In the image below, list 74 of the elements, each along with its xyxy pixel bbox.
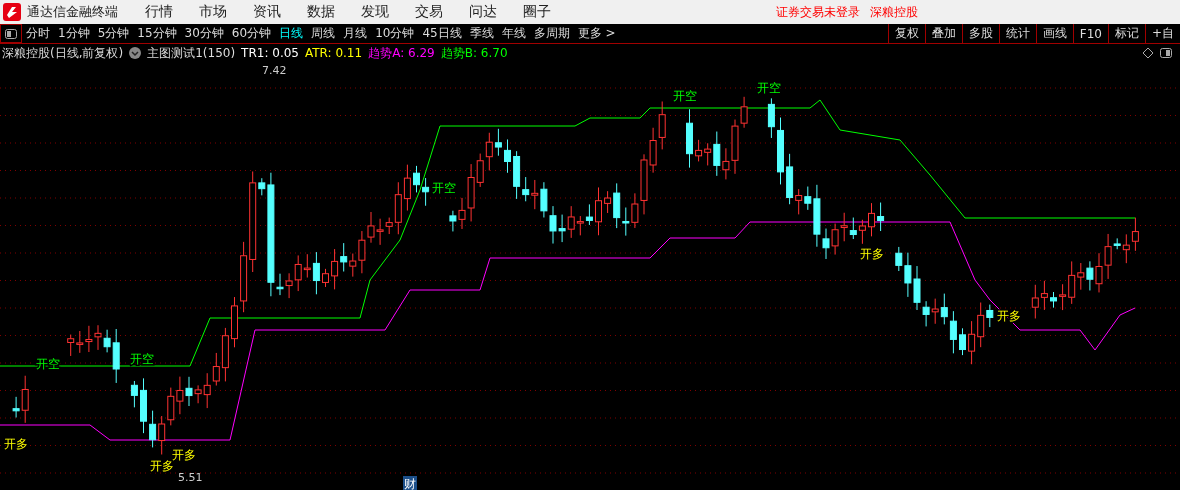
indicator-value: TR1: 0.05 (241, 46, 299, 60)
period-tab[interactable]: 日线 (275, 24, 308, 43)
menu-item[interactable]: 资讯 (240, 3, 294, 21)
period-tab[interactable]: 周线 (307, 24, 340, 43)
signal-label: 开多 (150, 459, 174, 473)
signal-label: 开多 (172, 448, 196, 462)
menu-item[interactable]: 行情 (132, 3, 186, 21)
menu-item[interactable]: 圈子 (510, 3, 564, 21)
signal-label: 开空 (757, 81, 781, 95)
toolbar-button[interactable]: 叠加 (924, 24, 962, 43)
candlestick (231, 296, 238, 348)
diamond-icon[interactable] (1142, 47, 1154, 59)
indicator-value: 趋势A: 6.29 (368, 44, 435, 62)
period-tab[interactable]: 年线 (497, 24, 530, 43)
menu-item[interactable]: 发现 (348, 3, 402, 21)
signal-label: 开空 (432, 181, 456, 195)
menu-item[interactable]: 数据 (294, 3, 348, 21)
signal-label: 开空 (130, 352, 154, 366)
candlestick (777, 117, 784, 185)
status-text: 深粮控股 (870, 3, 918, 21)
panel-toggle-icon[interactable] (1160, 48, 1172, 58)
period-tab[interactable]: 1分钟 (54, 24, 94, 43)
toolbar-button[interactable]: 画线 (1035, 24, 1073, 43)
stock-title: 深粮控股(日线,前复权) (2, 44, 124, 62)
candlestick (767, 97, 775, 139)
dropdown-icon[interactable] (129, 47, 142, 59)
menu-item[interactable]: 问达 (456, 3, 510, 21)
candlestick (322, 268, 329, 288)
signal-label: 开多 (4, 437, 28, 451)
panel-toggle-icon[interactable] (0, 24, 22, 43)
menu-item[interactable]: 市场 (186, 3, 240, 21)
toolbar-button[interactable]: 统计 (998, 24, 1036, 43)
event-badge-background (403, 476, 417, 490)
signal-label: 开空 (673, 89, 697, 103)
period-tab[interactable]: 10分钟 (371, 24, 419, 43)
period-tab[interactable]: 60分钟 (227, 24, 276, 43)
high-price-label: 7.42 (262, 64, 287, 77)
app-name: 通达信金融终端 (27, 3, 118, 21)
indicator-name: 主图测试1(150) (147, 44, 236, 62)
signal-label: 开空 (36, 357, 60, 371)
event-badge[interactable]: 财 (404, 477, 416, 490)
toolbar-button[interactable]: 多股 (961, 24, 999, 43)
indicator-value: 趋势B: 6.70 (440, 44, 508, 62)
signal-label: 开多 (860, 247, 884, 261)
period-tab[interactable]: 更多 > (573, 24, 620, 43)
candlestick (413, 165, 420, 193)
toolbar-button[interactable]: 标记 (1107, 24, 1145, 43)
period-tab[interactable]: 15分钟 (133, 24, 181, 43)
candlestick (595, 186, 602, 236)
period-tab[interactable]: 分时 (22, 24, 54, 43)
status-text: 证券交易未登录 (776, 3, 860, 21)
period-tab[interactable]: 30分钟 (180, 24, 228, 43)
candlestick (959, 327, 966, 356)
signal-label: 开多 (997, 309, 1021, 323)
period-tab[interactable]: 45日线 (418, 24, 466, 43)
candlestick (140, 377, 147, 434)
toolbar-button[interactable]: 复权 (887, 24, 925, 43)
toolbar-button[interactable]: F10 (1072, 24, 1108, 43)
candlestick (868, 202, 875, 237)
indicator-value: ATR: 0.11 (305, 46, 363, 60)
toolbar-button[interactable]: +自 (1144, 24, 1180, 43)
menu-item[interactable]: 交易 (402, 3, 456, 21)
candlestick (686, 108, 693, 169)
period-tab[interactable]: 季线 (465, 24, 498, 43)
candlestick (422, 177, 430, 207)
period-tab[interactable]: 多周期 (529, 24, 574, 43)
candlestick (504, 138, 511, 174)
period-tab[interactable]: 5分钟 (93, 24, 134, 43)
candlestick (130, 380, 138, 408)
candlestick (1050, 291, 1057, 309)
candlestick (877, 202, 885, 232)
low-price-label: 5.51 (178, 471, 203, 484)
app-logo-icon (3, 3, 21, 21)
period-tab[interactable]: 月线 (339, 24, 372, 43)
